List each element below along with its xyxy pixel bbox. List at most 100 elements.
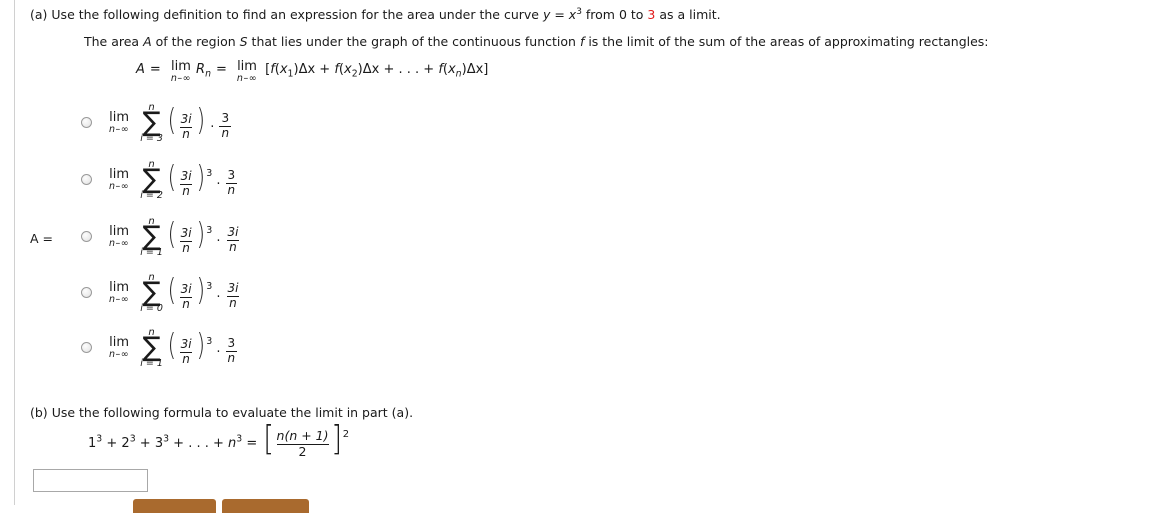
option-5-factor-den: n bbox=[225, 350, 238, 365]
part-b-label: (b) bbox=[30, 405, 48, 420]
option-3-lim-word: lim bbox=[109, 224, 130, 239]
cube-sum-numerator: n(n + 1) bbox=[276, 428, 329, 443]
option-5-summation: n ∑ i = 1 bbox=[140, 328, 163, 369]
option-4-paren-open: ( bbox=[167, 273, 176, 308]
option-4-lim-word: lim bbox=[109, 280, 130, 295]
option-4-sum-lower: i = 0 bbox=[140, 303, 163, 315]
formula-ellipsis: + . . . + bbox=[379, 62, 439, 77]
bracket-close: ] bbox=[330, 419, 342, 459]
option-3-factor-num: 3i bbox=[227, 225, 239, 239]
option-2-sum-lower: i = 2 bbox=[140, 190, 163, 202]
option-5-frac-num: 3i bbox=[180, 337, 192, 351]
option-4-summation: n ∑ i = 0 bbox=[140, 273, 163, 314]
option-2-summation: n ∑ i = 2 bbox=[140, 160, 163, 201]
option-5-exponent: 3 bbox=[206, 336, 213, 347]
option-2-expression: lim n–∞ n ∑ i = 2 ( 3i n ) 3 · 3 n bbox=[104, 160, 238, 201]
option-3-fraction: 3i n bbox=[179, 227, 194, 254]
definition-sentence: The area A of the region S that lies und… bbox=[84, 34, 989, 50]
option-3-multiply-dot: · bbox=[216, 234, 221, 250]
formula-R-term: Rn bbox=[196, 60, 211, 79]
formula-R-symbol: R bbox=[196, 62, 206, 77]
option-4-width-fraction: 3i n bbox=[225, 282, 240, 309]
definition-formula: A = lim n–∞ Rn = lim n–∞ [f(x1)Δx + f(x2… bbox=[136, 60, 488, 84]
definition-var-S: S bbox=[239, 34, 248, 49]
option-5-lim-sub: n–∞ bbox=[109, 350, 129, 360]
question-page: (a) Use the following definition to find… bbox=[0, 0, 1164, 513]
option-2-frac-num: 3i bbox=[180, 169, 192, 183]
option-5-fraction: 3i n bbox=[179, 338, 194, 365]
cube-sum-formula: 13 + 23 + 33 + . . . + n3 = [ n(n + 1) 2… bbox=[88, 419, 350, 459]
formula-plus-1: + bbox=[315, 62, 335, 77]
option-2-lim-sub: n–∞ bbox=[109, 182, 129, 192]
bracket-exponent: 2 bbox=[342, 429, 350, 440]
option-5-paren-group: ( 3i n ) 3 bbox=[166, 328, 213, 365]
option-1-frac-den: n bbox=[180, 126, 192, 141]
option-3-lim-sub: n–∞ bbox=[109, 239, 129, 249]
term-3-base: 3 bbox=[154, 435, 164, 451]
radio-option-2[interactable] bbox=[81, 174, 92, 185]
formula-bracket-close: ] bbox=[483, 62, 489, 77]
practice-button-label: Practice Another bbox=[222, 499, 309, 513]
option-1-limit: lim n–∞ bbox=[109, 103, 129, 135]
limit-operator-1: lim n–∞ bbox=[171, 60, 191, 84]
option-3-paren-close: ) bbox=[196, 217, 205, 252]
option-2-factor-num: 3 bbox=[227, 168, 236, 182]
option-2-frac-den: n bbox=[180, 183, 192, 198]
option-1-factor-num: 3 bbox=[221, 111, 230, 125]
option-5-lim-word: lim bbox=[109, 335, 130, 350]
option-1-paren-group: ( 3i n ) bbox=[166, 103, 206, 141]
option-2-exponent: 3 bbox=[206, 168, 213, 179]
limit-operator-2: lim n–∞ bbox=[237, 60, 257, 84]
option-5-paren-open: ( bbox=[167, 328, 176, 363]
part-b-prompt-text: Use the following formula to evaluate th… bbox=[51, 405, 414, 420]
answer-input[interactable] bbox=[33, 469, 148, 492]
option-5-frac-den: n bbox=[180, 351, 192, 366]
limit-target-1: ∞ bbox=[182, 73, 192, 84]
sigma-icon: ∑ bbox=[142, 221, 161, 252]
bracket-open: [ bbox=[263, 419, 275, 459]
definition-text-3: that lies under the graph of the continu… bbox=[247, 34, 580, 49]
cube-sum-denominator: 2 bbox=[276, 443, 329, 459]
submit-button-label: Submit bbox=[133, 499, 216, 513]
limit-word-2: lim bbox=[237, 59, 257, 74]
option-4-paren-close: ) bbox=[196, 273, 205, 308]
formula-lhs-A: A bbox=[136, 62, 145, 77]
radio-option-5[interactable] bbox=[81, 342, 92, 353]
option-4-exponent: 3 bbox=[206, 281, 213, 292]
part-a-prompt-before: Use the following definition to find an … bbox=[51, 7, 543, 22]
option-4-fraction: 3i n bbox=[179, 283, 194, 310]
part-b-prompt: (b) Use the following formula to evaluat… bbox=[30, 405, 413, 421]
limit-subscript-2: n–∞ bbox=[237, 74, 257, 84]
practice-another-button[interactable]: Practice Another bbox=[222, 499, 309, 513]
option-3-limit: lim n–∞ bbox=[109, 217, 129, 249]
option-1-sum-lower: i = 3 bbox=[140, 133, 163, 145]
cube-sum-plus-2: + bbox=[135, 435, 155, 451]
option-2-multiply-dot: · bbox=[216, 177, 221, 193]
formula-riemann-sum-body: [f(x1)Δx + f(x2)Δx + . . . + f(xn)Δx] bbox=[265, 60, 489, 79]
option-1-paren-close: ) bbox=[196, 103, 205, 138]
cube-sum-rhs: [ n(n + 1) 2 ] 2 bbox=[262, 419, 350, 459]
option-1-width-fraction: 3 n bbox=[219, 111, 232, 140]
formula-x2: x bbox=[344, 62, 352, 77]
radio-option-4[interactable] bbox=[81, 287, 92, 298]
option-3-exponent: 3 bbox=[206, 225, 213, 236]
sigma-icon: ∑ bbox=[142, 164, 161, 195]
answer-variable-label: A = bbox=[30, 231, 53, 246]
cube-sum-fraction: n(n + 1) 2 bbox=[276, 428, 329, 459]
option-5-expression: lim n–∞ n ∑ i = 1 ( 3i n ) 3 · 3 n bbox=[104, 328, 238, 369]
delta-x-glyph-1: Δx bbox=[298, 62, 316, 77]
option-5-width-fraction: 3 n bbox=[225, 337, 238, 365]
option-4-factor-den: n bbox=[227, 295, 239, 310]
formula-delta-x-2: Δx bbox=[362, 62, 380, 77]
limit-target-2: ∞ bbox=[248, 73, 258, 84]
radio-option-3[interactable] bbox=[81, 231, 92, 242]
submit-button[interactable]: Submit bbox=[133, 499, 216, 513]
option-1-multiply-dot: · bbox=[210, 120, 215, 136]
option-1-lim-target: ∞ bbox=[120, 124, 130, 135]
cube-sum-ellipsis: + . . . + bbox=[169, 435, 229, 451]
question-left-rule bbox=[14, 0, 15, 505]
radio-option-1[interactable] bbox=[81, 117, 92, 128]
option-2-lim-word: lim bbox=[109, 167, 130, 182]
formula-delta-x-n: Δx bbox=[466, 62, 484, 77]
option-1-factor-den: n bbox=[219, 125, 232, 140]
